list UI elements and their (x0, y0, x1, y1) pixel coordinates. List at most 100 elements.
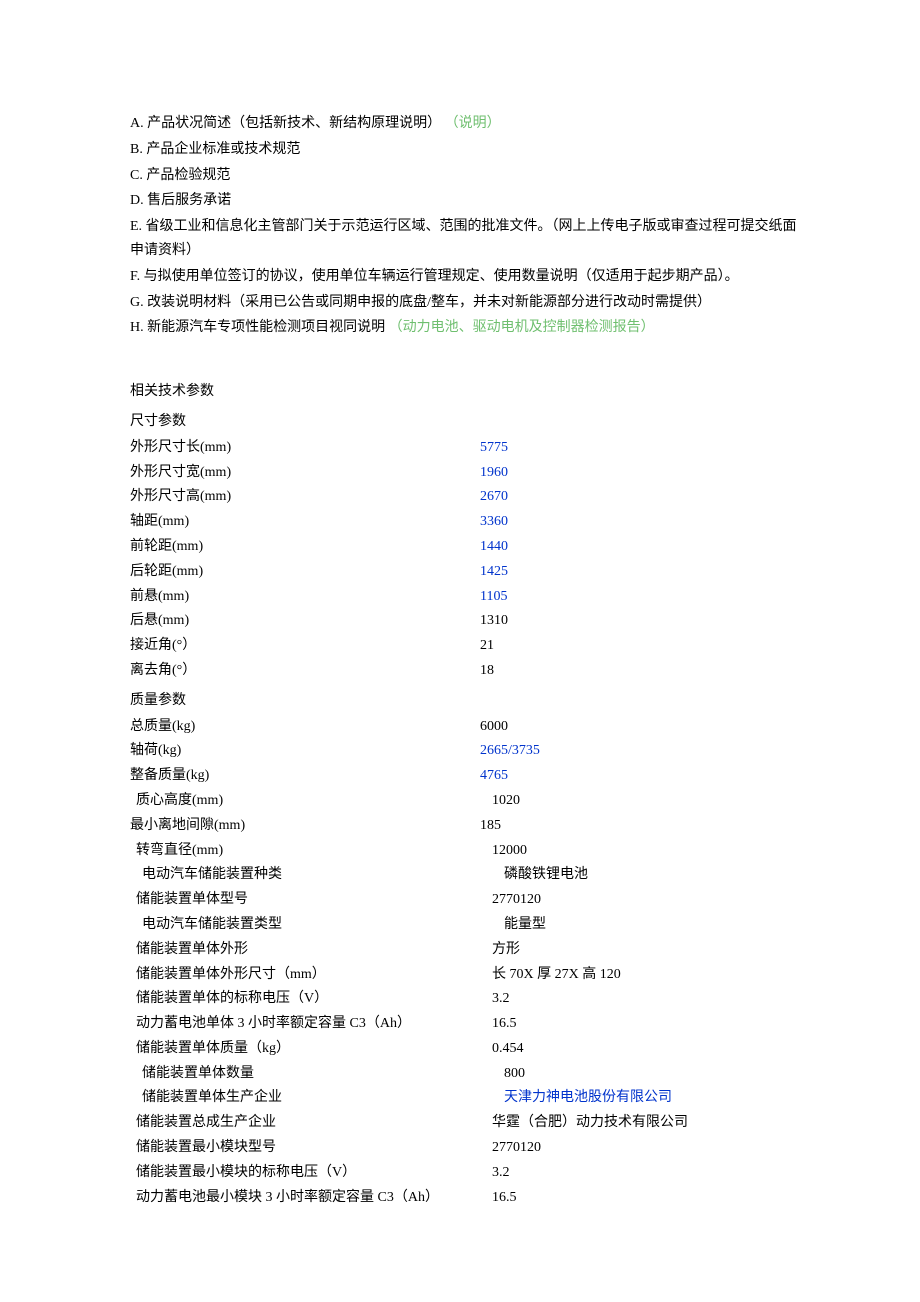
param-value: 1960 (480, 461, 800, 485)
param-label: 前悬(mm) (130, 585, 480, 609)
param-label: 接近角(°） (130, 634, 480, 658)
list-item-a: A. 产品状况简述（包括新技术、新结构原理说明） （说明） (130, 112, 800, 136)
list-item-b: B. 产品企业标准或技术规范 (130, 138, 800, 162)
param-value: 3.2 (486, 1161, 800, 1185)
param-row: 储能装置最小模块的标称电压（V）3.2 (130, 1161, 800, 1185)
param-row: 外形尺寸长(mm)5775 (130, 436, 800, 460)
param-label: 储能装置单体外形 (130, 938, 486, 962)
param-label: 储能装置单体外形尺寸（mm） (130, 963, 486, 987)
param-label: 储能装置单体数量 (130, 1062, 492, 1086)
param-value: 长 70X 厚 27X 高 120 (486, 963, 800, 987)
param-value: 5775 (480, 436, 800, 460)
param-row: 储能装置单体外形尺寸（mm）长 70X 厚 27X 高 120 (130, 963, 800, 987)
param-value: 3.2 (486, 987, 800, 1011)
param-row: 储能装置单体数量800 (130, 1062, 800, 1086)
param-label: 动力蓄电池最小模块 3 小时率额定容量 C3（Ah） (130, 1186, 486, 1210)
param-row: 储能装置最小模块型号2770120 (130, 1136, 800, 1160)
param-value: 16.5 (486, 1012, 800, 1036)
param-row: 总质量(kg)6000 (130, 715, 800, 739)
param-value: 2770120 (486, 888, 800, 912)
list-item-f: F. 与拟使用单位签订的协议，使用单位车辆运行管理规定、使用数量说明（仅适用于起… (130, 265, 800, 289)
param-label: 质心高度(mm) (130, 789, 486, 813)
param-row: 储能装置单体的标称电压（V）3.2 (130, 987, 800, 1011)
param-label: 储能装置单体型号 (130, 888, 486, 912)
param-row: 外形尺寸宽(mm)1960 (130, 461, 800, 485)
param-row: 整备质量(kg)4765 (130, 764, 800, 788)
param-label: 储能装置单体的标称电压（V） (130, 987, 486, 1011)
lettered-list: A. 产品状况简述（包括新技术、新结构原理说明） （说明） B. 产品企业标准或… (130, 112, 800, 340)
param-row: 储能装置单体生产企业天津力神电池股份有限公司 (130, 1086, 800, 1110)
param-label: 储能装置单体质量（kg） (130, 1037, 486, 1061)
param-label: 储能装置单体生产企业 (130, 1086, 492, 1110)
param-value: 185 (480, 814, 800, 838)
mass-params-table: 总质量(kg)6000轴荷(kg)2665/3735整备质量(kg)4765质心… (130, 715, 800, 1210)
param-row: 转弯直径(mm)12000 (130, 839, 800, 863)
param-row: 外形尺寸高(mm)2670 (130, 485, 800, 509)
param-row: 后轮距(mm)1425 (130, 560, 800, 584)
param-value: 2670 (480, 485, 800, 509)
document-page: A. 产品状况简述（包括新技术、新结构原理说明） （说明） B. 产品企业标准或… (0, 0, 920, 1302)
param-row: 质心高度(mm)1020 (130, 789, 800, 813)
list-item-a-text: A. 产品状况简述（包括新技术、新结构原理说明） (130, 116, 441, 131)
param-label: 轴距(mm) (130, 510, 480, 534)
param-label: 电动汽车储能装置类型 (130, 913, 492, 937)
header-size-params: 尺寸参数 (130, 410, 800, 434)
param-value: 4765 (480, 764, 800, 788)
param-label: 最小离地间隙(mm) (130, 814, 480, 838)
param-row: 储能装置单体质量（kg）0.454 (130, 1037, 800, 1061)
param-row: 电动汽车储能装置种类磷酸铁锂电池 (130, 863, 800, 887)
param-row: 储能装置单体型号2770120 (130, 888, 800, 912)
param-label: 离去角(°） (130, 659, 480, 683)
param-label: 电动汽车储能装置种类 (130, 863, 492, 887)
param-row: 轴距(mm)3360 (130, 510, 800, 534)
param-label: 外形尺寸长(mm) (130, 436, 480, 460)
param-label: 储能装置最小模块的标称电压（V） (130, 1161, 486, 1185)
param-label: 后悬(mm) (130, 609, 480, 633)
param-value: 磷酸铁锂电池 (492, 863, 800, 887)
param-value: 3360 (480, 510, 800, 534)
param-value: 1020 (486, 789, 800, 813)
param-row: 最小离地间隙(mm)185 (130, 814, 800, 838)
param-value: 1310 (480, 609, 800, 633)
param-value: 800 (492, 1062, 800, 1086)
param-label: 外形尺寸宽(mm) (130, 461, 480, 485)
param-row: 后悬(mm)1310 (130, 609, 800, 633)
list-item-a-note: （说明） (445, 116, 501, 131)
list-item-d: D. 售后服务承诺 (130, 189, 800, 213)
param-value: 21 (480, 634, 800, 658)
list-item-e: E. 省级工业和信息化主管部门关于示范运行区域、范围的批准文件。（网上上传电子版… (130, 215, 800, 263)
param-value: 1440 (480, 535, 800, 559)
param-value: 2665/3735 (480, 739, 800, 763)
param-row: 电动汽车储能装置类型能量型 (130, 913, 800, 937)
list-item-g: G. 改装说明材料（采用已公告或同期申报的底盘/整车，并未对新能源部分进行改动时… (130, 291, 800, 315)
header-related-tech: 相关技术参数 (130, 380, 800, 404)
param-label: 轴荷(kg) (130, 739, 480, 763)
param-label: 整备质量(kg) (130, 764, 480, 788)
param-value: 6000 (480, 715, 800, 739)
param-label: 后轮距(mm) (130, 560, 480, 584)
param-label: 外形尺寸高(mm) (130, 485, 480, 509)
param-row: 离去角(°）18 (130, 659, 800, 683)
param-value: 天津力神电池股份有限公司 (492, 1086, 800, 1110)
list-item-h-text: H. 新能源汽车专项性能检测项目视同说明 (130, 320, 385, 335)
param-row: 前悬(mm)1105 (130, 585, 800, 609)
param-value: 2770120 (486, 1136, 800, 1160)
param-value: 0.454 (486, 1037, 800, 1061)
param-row: 前轮距(mm)1440 (130, 535, 800, 559)
param-row: 动力蓄电池最小模块 3 小时率额定容量 C3（Ah）16.5 (130, 1186, 800, 1210)
param-value: 16.5 (486, 1186, 800, 1210)
param-label: 动力蓄电池单体 3 小时率额定容量 C3（Ah） (130, 1012, 486, 1036)
param-value: 1105 (480, 585, 800, 609)
param-value: 1425 (480, 560, 800, 584)
param-value: 12000 (486, 839, 800, 863)
param-value: 18 (480, 659, 800, 683)
param-row: 动力蓄电池单体 3 小时率额定容量 C3（Ah）16.5 (130, 1012, 800, 1036)
param-row: 储能装置总成生产企业华霆（合肥）动力技术有限公司 (130, 1111, 800, 1135)
param-label: 转弯直径(mm) (130, 839, 486, 863)
param-row: 轴荷(kg)2665/3735 (130, 739, 800, 763)
list-item-h-note: （动力电池、驱动电机及控制器检测报告） (389, 320, 655, 335)
param-label: 储能装置总成生产企业 (130, 1111, 486, 1135)
param-row: 接近角(°）21 (130, 634, 800, 658)
list-item-h: H. 新能源汽车专项性能检测项目视同说明 （动力电池、驱动电机及控制器检测报告） (130, 316, 800, 340)
param-value: 方形 (486, 938, 800, 962)
